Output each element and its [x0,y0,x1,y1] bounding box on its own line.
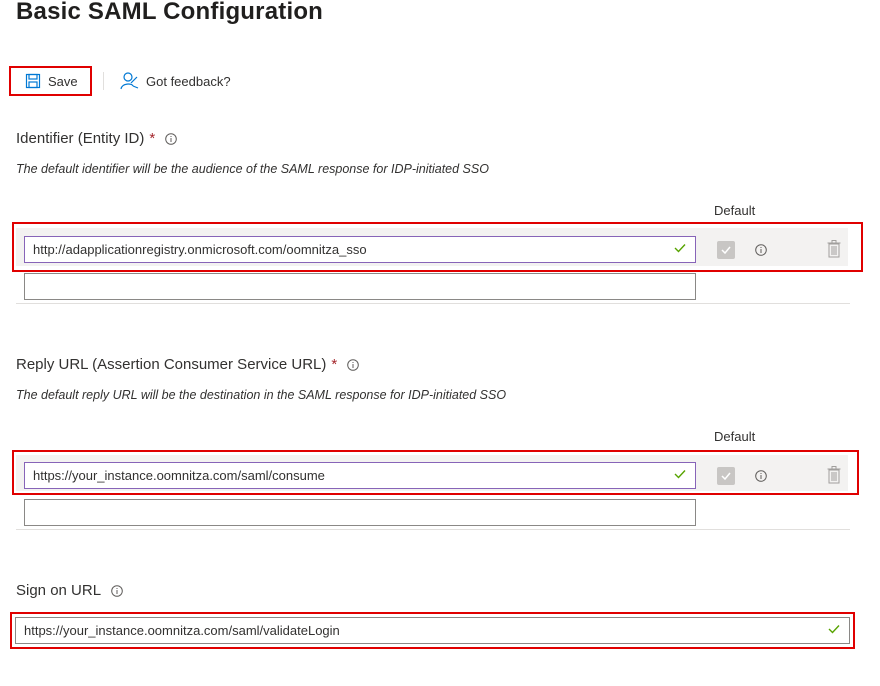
info-icon[interactable] [165,132,178,145]
info-icon[interactable] [347,358,360,371]
trash-icon[interactable] [827,240,841,258]
default-checkbox[interactable] [717,467,735,485]
identifier-input-1[interactable]: http://adapplicationregistry.onmicrosoft… [24,236,696,263]
default-column-header: Default [714,203,756,218]
default-checkbox[interactable] [717,241,735,259]
reply-url-input-2[interactable] [24,499,696,526]
required-marker: * [149,130,156,147]
trash-icon[interactable] [827,466,841,484]
check-icon [827,622,841,639]
info-icon[interactable] [755,244,767,256]
save-button[interactable]: Save [9,66,92,96]
row-divider [16,529,850,530]
page-title: Basic SAML Configuration [16,0,324,25]
feedback-icon [119,71,139,91]
check-icon [673,241,687,258]
identifier-label: Identifier (Entity ID) * [16,130,178,147]
feedback-label: Got feedback? [146,73,231,89]
check-icon [673,467,687,484]
reply-url-label: Reply URL (Assertion Consumer Service UR… [16,356,360,373]
info-icon[interactable] [111,584,123,597]
identifier-input-2[interactable] [24,273,696,300]
row-divider [16,303,850,304]
save-icon [25,73,41,89]
identifier-description: The default identifier will be the audie… [16,162,489,176]
save-label: Save [48,73,78,89]
default-column-header: Default [714,429,756,444]
reply-url-input-1[interactable]: https://your_instance.oomnitza.com/saml/… [24,462,696,489]
sign-on-url-label: Sign on URL [16,582,123,599]
feedback-button[interactable]: Got feedback? [119,70,231,92]
info-icon[interactable] [755,470,767,482]
required-marker: * [331,356,338,373]
sign-on-url-input[interactable]: https://your_instance.oomnitza.com/saml/… [15,617,850,644]
reply-url-description: The default reply URL will be the destin… [16,388,507,402]
toolbar-divider [103,72,104,90]
